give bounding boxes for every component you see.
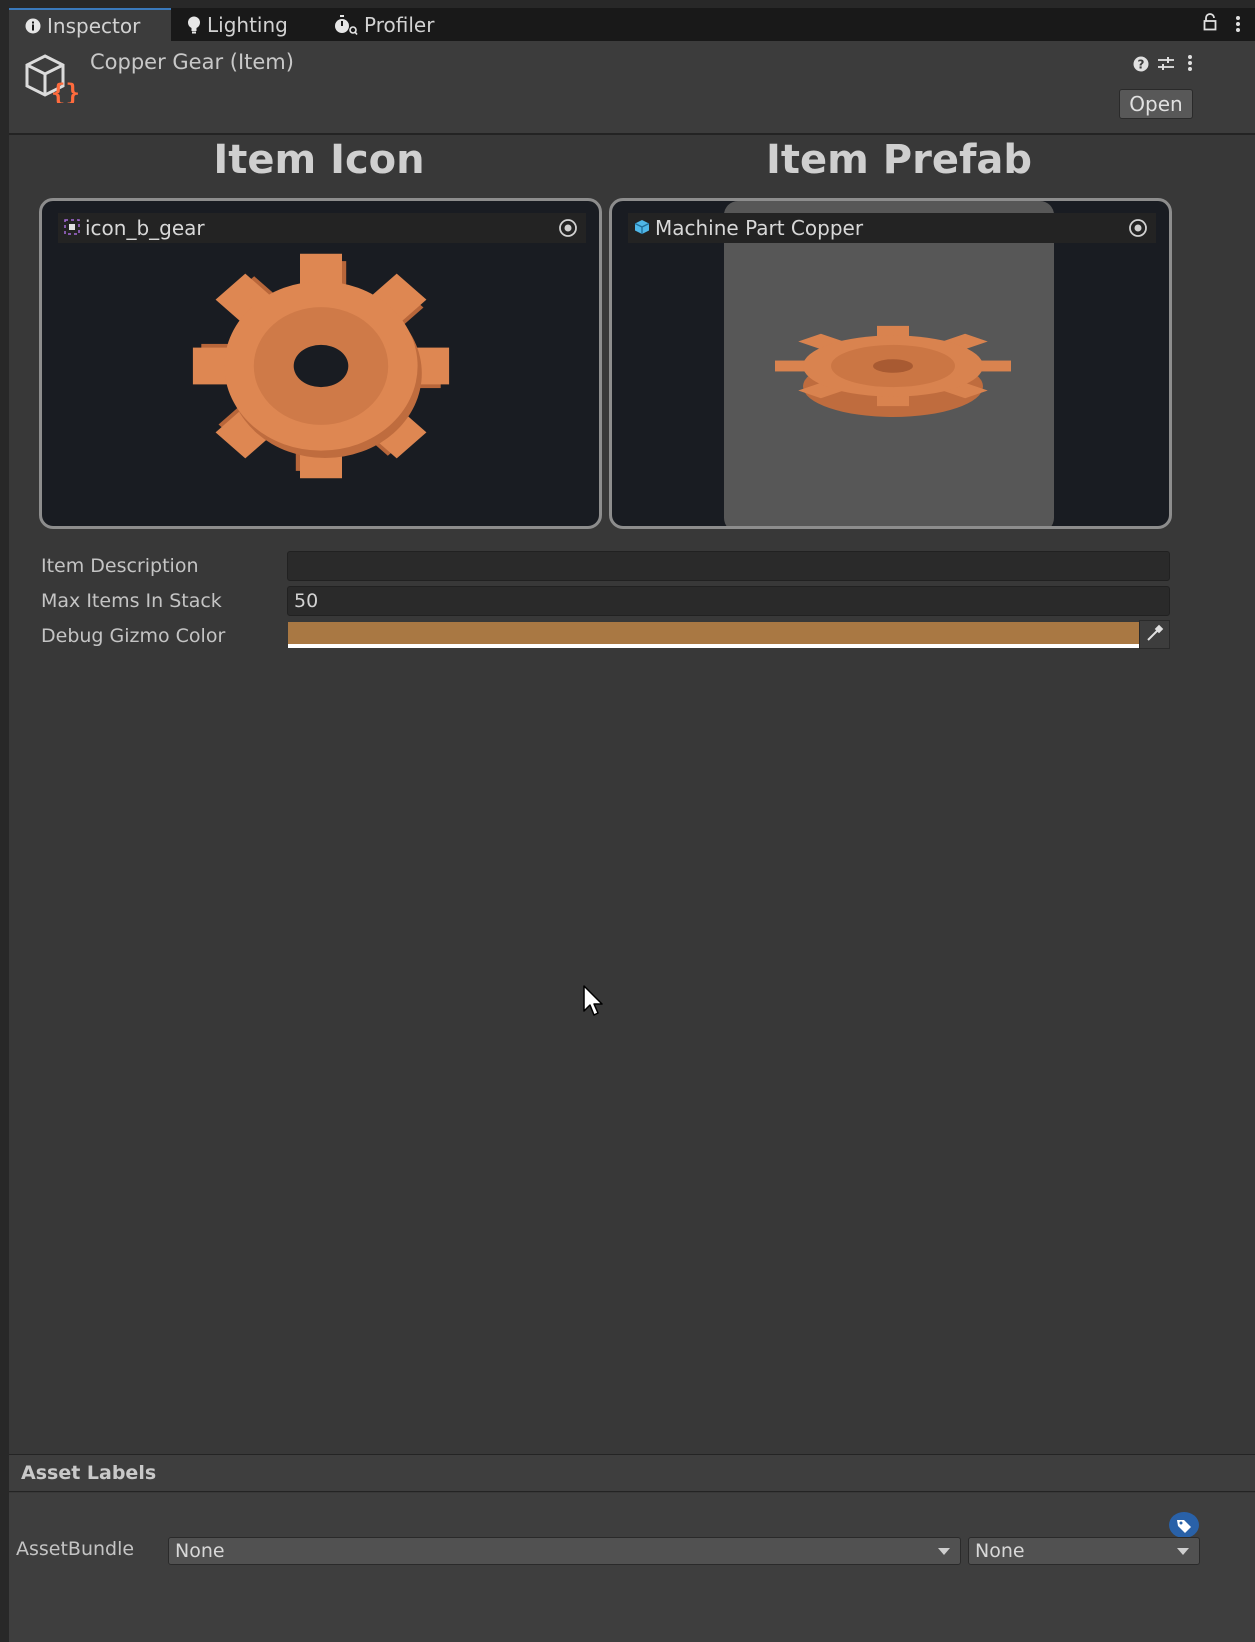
asset-bundle-variant-value: None (975, 1540, 1025, 1562)
item-icon-heading: Item Icon (213, 137, 425, 183)
eyedropper-button[interactable] (1139, 620, 1170, 649)
lock-icon[interactable] (1203, 12, 1217, 36)
presets-sliders-icon[interactable] (1157, 53, 1175, 77)
asset-labels-area (9, 1493, 1255, 1642)
tab-profiler[interactable]: Profiler (334, 8, 434, 41)
component-menu-icon[interactable] (1187, 53, 1193, 77)
item-description-field[interactable] (287, 551, 1170, 581)
kebab-menu-icon[interactable] (1235, 14, 1241, 38)
icon-field-value: icon_b_gear (85, 216, 205, 240)
debug-gizmo-color-field[interactable] (288, 622, 1139, 648)
tab-lighting[interactable]: Lighting (187, 8, 288, 41)
asset-labels-header[interactable]: Asset Labels (9, 1454, 1255, 1492)
dropdown-arrow-icon (1177, 1548, 1189, 1555)
lightbulb-icon (187, 16, 201, 34)
dropdown-arrow-icon (938, 1548, 950, 1555)
tab-label: Profiler (364, 12, 435, 37)
svg-text:{}: {} (51, 79, 79, 103)
asset-bundle-value: None (175, 1540, 225, 1562)
debug-gizmo-color-label: Debug Gizmo Color (41, 625, 226, 647)
eyedropper-icon (1146, 623, 1164, 647)
svg-text:?: ? (1138, 58, 1145, 72)
item-prefab-heading: Item Prefab (766, 137, 1032, 183)
item-icon-preview[interactable]: icon_b_gear (39, 198, 602, 529)
scriptable-object-icon: {} (25, 53, 80, 108)
color-swatch (288, 622, 1139, 644)
icon-object-field[interactable]: icon_b_gear (58, 213, 586, 243)
tab-label: Inspector (47, 13, 141, 38)
prefab-cube-icon (634, 216, 650, 240)
sprite-icon (64, 216, 80, 240)
inspector-header: {} Copper Gear (Item) ? Open (9, 41, 1255, 135)
open-button[interactable]: Open (1119, 89, 1193, 119)
asset-bundle-dropdown[interactable]: None (168, 1537, 961, 1565)
max-items-in-stack-label: Max Items In Stack (41, 590, 222, 612)
gear-icon-image (192, 253, 450, 479)
tab-label: Lighting (207, 12, 288, 37)
object-picker-icon[interactable] (1128, 218, 1148, 243)
gear-prefab-model (775, 325, 1011, 417)
asset-title: Copper Gear (Item) (90, 50, 294, 74)
window-tab-bar: Inspector Lighting Profiler (9, 8, 1255, 41)
profiler-stopwatch-icon (334, 14, 358, 35)
inspector-window: {} Copper Gear (Item) ? Open Item Icon I… (9, 41, 1255, 1642)
asset-bundle-variant-dropdown[interactable]: None (968, 1537, 1200, 1565)
tab-inspector[interactable]: Inspector (9, 8, 171, 41)
prefab-field-value: Machine Part Copper (655, 216, 864, 240)
item-description-label: Item Description (41, 555, 199, 577)
alpha-bar (288, 644, 1139, 648)
item-prefab-preview[interactable]: Machine Part Copper (609, 198, 1172, 529)
object-picker-icon[interactable] (558, 218, 578, 243)
info-icon (25, 18, 41, 34)
asset-bundle-label: AssetBundle (16, 1538, 135, 1560)
max-items-in-stack-field[interactable]: 50 (287, 586, 1170, 616)
help-icon[interactable]: ? (1133, 53, 1149, 77)
mouse-cursor-icon (583, 985, 605, 1024)
prefab-object-field[interactable]: Machine Part Copper (628, 213, 1156, 243)
